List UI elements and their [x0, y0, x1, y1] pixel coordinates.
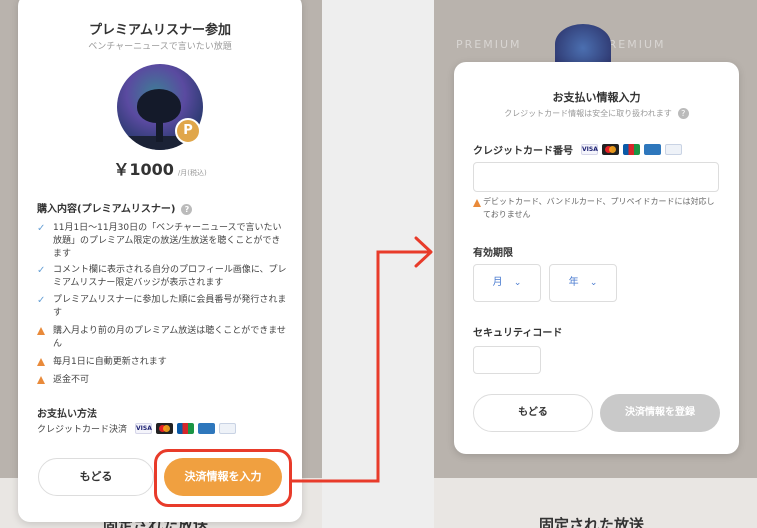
modal-subtitle-text: クレジットカード情報は安全に取り扱われます: [504, 109, 672, 118]
visa-icon: VISA: [581, 144, 598, 155]
card-note-text: デビットカード、バンドルカード、プリペイドカードには対応しておりません: [483, 197, 715, 219]
chevron-down-icon: ⌄: [513, 278, 522, 288]
card-note: デビットカード、バンドルカード、プリペイドカードには対応しておりません: [473, 195, 719, 221]
expiry-month-value: 月: [492, 277, 503, 288]
warning-icon: [473, 199, 481, 207]
modal-subtitle: クレジットカード情報は安全に取り扱われます?: [454, 108, 739, 119]
flow-arrow-line: [292, 250, 430, 483]
security-code-input[interactable]: [473, 346, 541, 374]
expiry-year-select[interactable]: 年 ⌄: [549, 264, 617, 302]
diners-icon: [665, 144, 682, 155]
help-icon[interactable]: ?: [677, 108, 689, 119]
modal-title: お支払い情報入力: [552, 91, 641, 104]
amex-icon: [644, 144, 661, 155]
card-number-label-text: クレジットカード番号: [473, 146, 573, 157]
card-brand-list: VISA: [581, 144, 682, 155]
card-number-input[interactable]: [473, 162, 719, 192]
jcb-icon: [623, 144, 640, 155]
expiry-year-value: 年: [568, 277, 579, 288]
register-payment-button[interactable]: 決済情報を登録: [600, 394, 720, 432]
expiry-month-select[interactable]: 月 ⌄: [473, 264, 541, 302]
expiry-label: 有効期限: [473, 248, 513, 259]
mastercard-icon: [602, 144, 619, 155]
payment-info-modal: お支払い情報入力 クレジットカード情報は安全に取り扱われます? クレジットカード…: [454, 62, 739, 454]
security-code-label: セキュリティコード: [473, 328, 563, 339]
chevron-down-icon: ⌄: [589, 278, 598, 288]
card-number-label: クレジットカード番号 VISA: [473, 142, 682, 157]
back-button[interactable]: もどる: [473, 394, 593, 432]
